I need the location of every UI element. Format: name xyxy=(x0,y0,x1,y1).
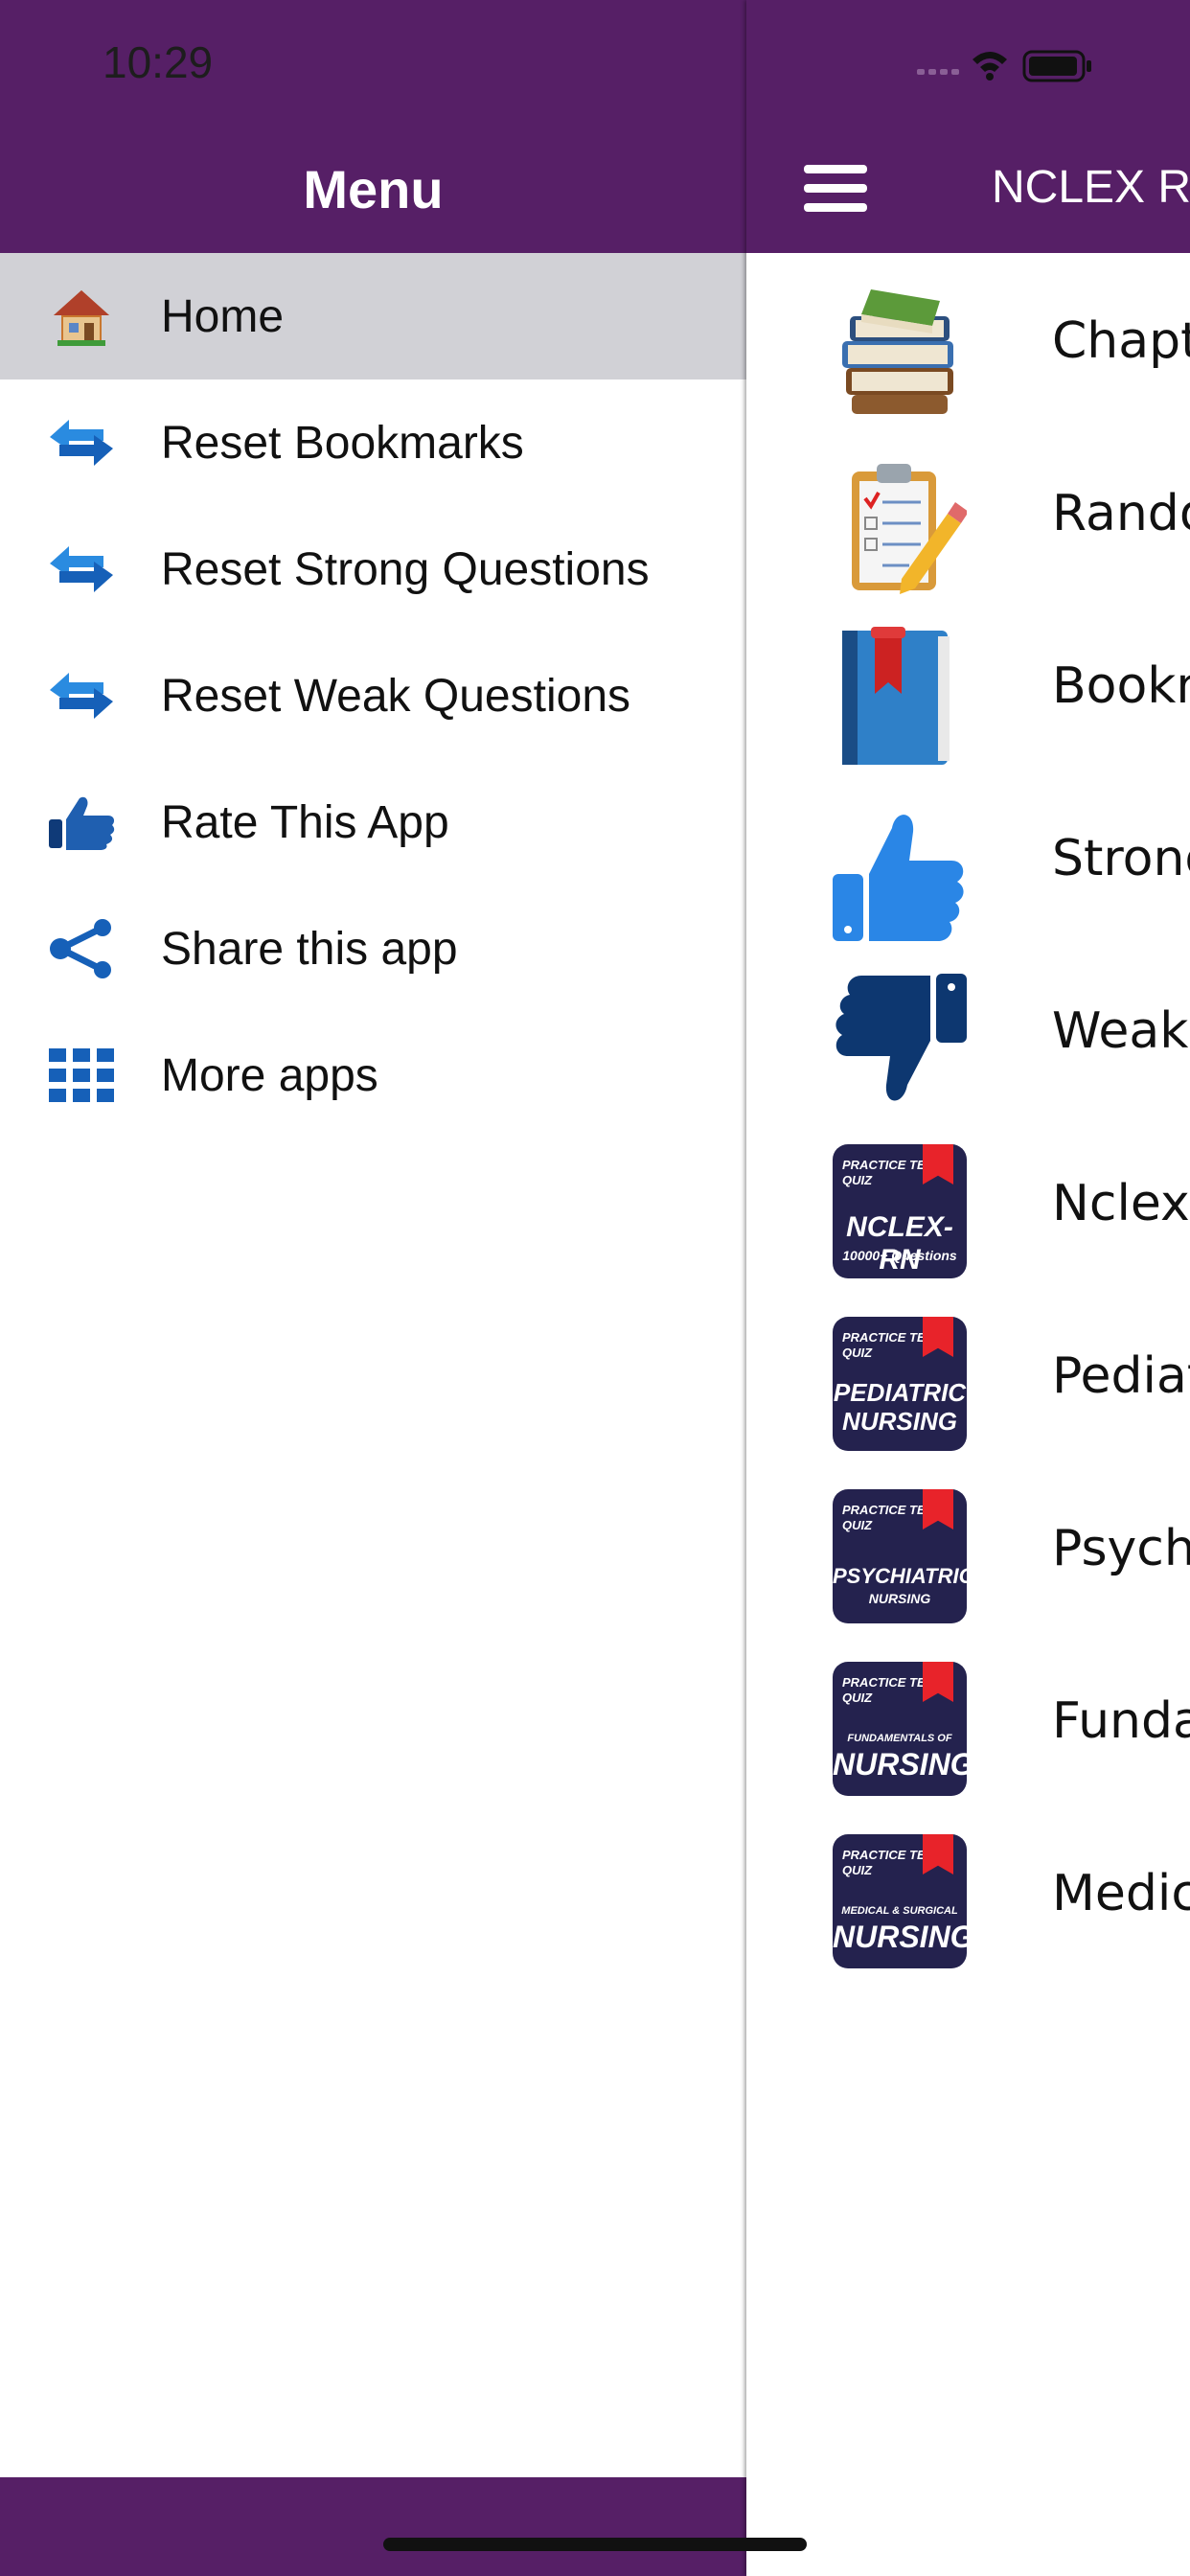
badge-main-text: PSYCHIATRIC xyxy=(833,1564,967,1588)
app-badge-icon: PRACTICE TEST QUIZ NCLEX-RN 10000+ Quest… xyxy=(833,1144,967,1278)
list-item-label: Rando xyxy=(1052,485,1190,542)
list-item-fundamentals[interactable]: PRACTICE TEST QUIZ FUNDAMENTALS OF NURSI… xyxy=(746,1633,1190,1806)
menu-item-label: Home xyxy=(161,290,285,342)
menu-item-label: Share this app xyxy=(161,923,458,975)
drawer-footer xyxy=(0,2477,746,2576)
menu-item-label: More apps xyxy=(161,1049,378,1101)
menu-item-rate-this-app[interactable]: Rate This App xyxy=(0,759,746,886)
menu-item-label: Reset Bookmarks xyxy=(161,417,524,469)
menu-list: Home Reset Bookmarks Reset Strong Questi… xyxy=(0,253,746,1138)
app-badge-icon: PRACTICE TEST QUIZ MEDICAL & SURGICAL NU… xyxy=(833,1834,967,1968)
menu-item-label: Rate This App xyxy=(161,796,449,848)
refresh-icon xyxy=(44,532,119,607)
app-badge-icon: PRACTICE TEST QUIZ FUNDAMENTALS OF NURSI… xyxy=(833,1662,967,1796)
badge-sub-text: FUNDAMENTALS OF xyxy=(847,1733,952,1744)
drawer-header: 10:29 Menu xyxy=(0,0,746,253)
books-icon xyxy=(833,282,967,416)
list-item-label: Nclex- xyxy=(1052,1175,1190,1232)
app-badge-icon: PRACTICE TEST QUIZ PSYCHIATRIC NURSING xyxy=(833,1489,967,1623)
list-item-psychiatric[interactable]: PRACTICE TEST QUIZ PSYCHIATRIC NURSING P… xyxy=(746,1460,1190,1633)
menu-item-label: Reset Strong Questions xyxy=(161,543,650,595)
home-indicator[interactable] xyxy=(383,2538,807,2551)
signal-wifi-battery-icon xyxy=(917,50,1091,82)
main-title: NCLEX R xyxy=(992,162,1190,213)
grid-icon xyxy=(44,1038,119,1113)
list-item-label: Funda xyxy=(1052,1692,1190,1750)
main-panel: NCLEX R Chapte xyxy=(746,0,1190,2576)
list-item-nclex[interactable]: PRACTICE TEST QUIZ NCLEX-RN 10000+ Quest… xyxy=(746,1116,1190,1288)
status-time: 10:29 xyxy=(103,37,214,87)
main-header: NCLEX R xyxy=(746,0,1190,253)
list-item-label: Medic xyxy=(1052,1865,1190,1922)
thumbs-down-icon xyxy=(833,972,967,1106)
menu-item-label: Reset Weak Questions xyxy=(161,670,631,722)
list-item-label: Chapte xyxy=(1052,312,1190,370)
clipboard-icon xyxy=(833,454,969,594)
menu-item-home[interactable]: Home xyxy=(0,253,746,380)
list-item-label: Bookm xyxy=(1052,657,1190,715)
hamburger-menu-button[interactable] xyxy=(804,165,867,213)
refresh-icon xyxy=(44,405,119,480)
badge-main-text: PEDIATRIC NURSING xyxy=(833,1378,967,1436)
list-item-label: Weak xyxy=(1052,1002,1189,1060)
list-item-label: Pediat xyxy=(1052,1347,1190,1405)
list-item-label: Strong xyxy=(1052,830,1190,887)
badge-main-text: NCLEX-RN xyxy=(846,1211,953,1276)
menu-item-reset-bookmarks[interactable]: Reset Bookmarks xyxy=(0,380,746,506)
thumbs-up-icon xyxy=(44,785,119,860)
badge-sub-text: 10000+ Questions xyxy=(842,1248,957,1263)
share-icon xyxy=(44,911,119,986)
list-item-strong[interactable]: Strong xyxy=(746,770,1190,943)
main-list: Chapte Rando xyxy=(746,253,1190,1978)
menu-item-reset-strong-questions[interactable]: Reset Strong Questions xyxy=(0,506,746,632)
badge-main-text: NURSING xyxy=(833,1920,967,1954)
home-icon xyxy=(44,279,119,354)
list-item-pediatric[interactable]: PRACTICE TEST QUIZ PEDIATRIC NURSING Ped… xyxy=(746,1288,1190,1460)
menu-item-share-this-app[interactable]: Share this app xyxy=(0,886,746,1012)
app-badge-icon: PRACTICE TEST QUIZ PEDIATRIC NURSING xyxy=(833,1317,967,1451)
side-menu-drawer: 10:29 Menu Home Reset Bookmarks Reset St… xyxy=(0,0,746,2576)
badge-main-text: NURSING xyxy=(833,1747,967,1782)
list-item-random[interactable]: Rando xyxy=(746,426,1190,598)
thumbs-up-icon xyxy=(833,799,967,941)
bookmark-book-icon xyxy=(833,627,967,765)
menu-item-reset-weak-questions[interactable]: Reset Weak Questions xyxy=(0,632,746,759)
list-item-bookmarks[interactable]: Bookm xyxy=(746,598,1190,770)
refresh-icon xyxy=(44,658,119,733)
badge-sub-text: MEDICAL & SURGICAL xyxy=(841,1905,958,1917)
list-item-chapters[interactable]: Chapte xyxy=(746,253,1190,426)
status-indicators xyxy=(917,46,1185,89)
list-item-label: Psychi xyxy=(1052,1520,1190,1577)
list-item-medical-surgical[interactable]: PRACTICE TEST QUIZ MEDICAL & SURGICAL NU… xyxy=(746,1806,1190,1978)
list-item-weak[interactable]: Weak xyxy=(746,943,1190,1116)
badge-sub-text: NURSING xyxy=(868,1591,931,1606)
menu-title: Menu xyxy=(303,159,444,219)
menu-item-more-apps[interactable]: More apps xyxy=(0,1012,746,1138)
